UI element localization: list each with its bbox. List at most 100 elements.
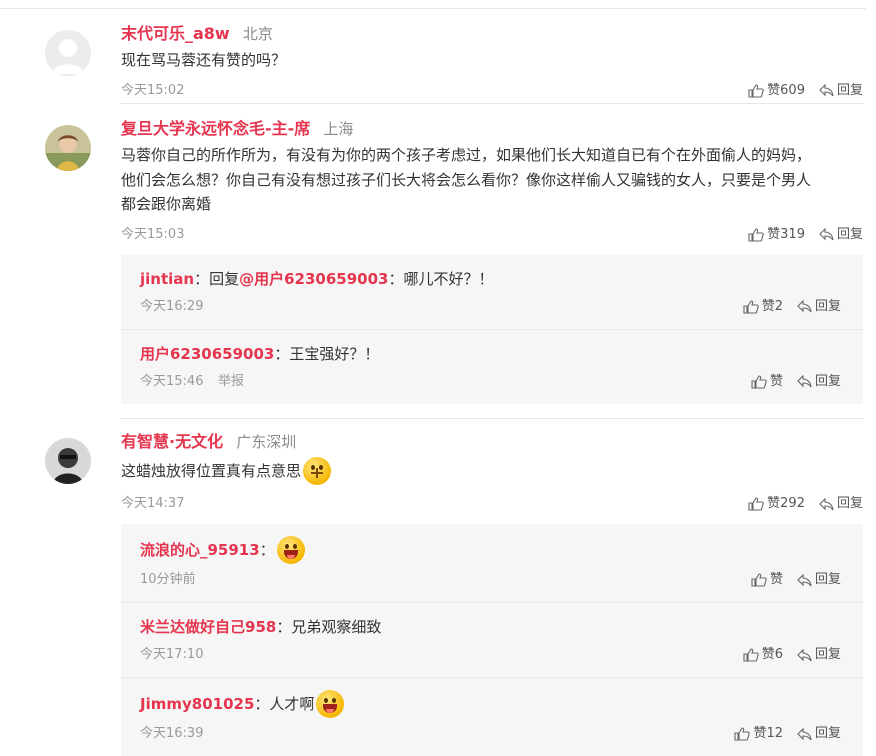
reply-separator: ： (276, 618, 292, 636)
reply-mention[interactable]: @用户6230659003 (239, 267, 388, 291)
comment-time: 今天14:37 (121, 496, 185, 511)
reply-button[interactable]: 回复 (797, 724, 841, 744)
like-count: 赞12 (753, 726, 783, 741)
comment-location: 广东深圳 (236, 433, 297, 451)
like-button[interactable]: 赞6 (743, 645, 783, 665)
like-button[interactable]: 赞12 (734, 724, 783, 744)
reply-separator: ： (259, 541, 275, 559)
like-count: 赞319 (767, 226, 805, 242)
thumbs-up-icon (751, 573, 767, 587)
zipped-mouth-emoji-icon (303, 457, 332, 485)
reply-separator: ： (254, 695, 270, 713)
reply-time: 10分钟前 (140, 572, 196, 587)
comment-location: 北京 (242, 25, 273, 43)
laughing-emoji-icon (316, 690, 345, 718)
reply-button[interactable]: 回复 (797, 297, 841, 317)
like-count: 赞 (769, 373, 783, 389)
reply-prefix: ：回复 (194, 269, 240, 288)
like-count: 赞292 (767, 496, 805, 511)
reply-arrow-icon (797, 648, 812, 661)
comment-username[interactable]: 末代可乐_a8w (121, 24, 230, 43)
reply-text: 兄弟观察细致 (291, 618, 382, 636)
reply-label: 回复 (814, 373, 841, 389)
comment-body: 有智慧·无文化 广东深圳 这蜡烛放得位置真有点意思 今天14:37 赞292 回… (121, 430, 863, 756)
like-button[interactable]: 赞609 (748, 81, 805, 101)
avatar[interactable] (45, 438, 91, 484)
comment-time: 今天15:03 (121, 226, 185, 242)
laughing-emoji-icon (276, 536, 305, 564)
comment-time: 今天15:02 (121, 82, 185, 98)
comment-text: 这蜡烛放得位置真有点意思 (121, 456, 863, 486)
reply-text: 王宝强好？！ (289, 344, 380, 363)
top-divider (0, 8, 866, 9)
reply-username[interactable]: 流浪的心_95913 (140, 538, 260, 562)
reply-arrow-icon (819, 228, 834, 241)
reply-time: 今天15:46 (140, 373, 204, 389)
reply-arrow-icon (797, 300, 812, 313)
reply-button[interactable]: 回复 (819, 225, 863, 245)
like-count: 赞 (769, 572, 783, 587)
reply-item: jintian ：回复 @用户6230659003 ： 哪儿不好？！ 今天16:… (121, 255, 863, 329)
reply-username[interactable]: Jimmy801025 (140, 692, 254, 716)
comment-body: 末代可乐_a8w 北京 现在骂马蓉还有赞的吗？ 今天15:02 赞609 回复 (121, 22, 863, 101)
reply-time: 今天16:39 (140, 726, 204, 741)
thumbs-up-icon (743, 299, 759, 314)
reply-arrow-icon (819, 84, 834, 97)
comment-divider (121, 418, 863, 419)
comment-text-content: 这蜡烛放得位置真有点意思 (121, 461, 302, 480)
reply-username[interactable]: jintian (140, 267, 194, 291)
reply-time: 今天17:10 (140, 647, 204, 662)
like-button[interactable]: 赞2 (743, 297, 783, 317)
comment-location: 上海 (323, 120, 354, 138)
reply-arrow-icon (797, 375, 812, 388)
comment-text: 马蓉你自己的所作所为，有没有为你的两个孩子考虑过，如果他们长大知道自已有个在外面… (121, 146, 812, 213)
thumbs-up-icon (748, 497, 764, 511)
user-photo-icon (45, 125, 91, 171)
reply-list: 流浪的心_95913 ： 10分钟前 赞 回复 米兰达做好自己958 ： 兄弟观… (121, 524, 863, 756)
reply-arrow-icon (797, 573, 812, 586)
reply-arrow-icon (819, 497, 834, 510)
reply-button[interactable]: 回复 (797, 372, 841, 392)
like-button[interactable]: 赞 (751, 372, 783, 392)
reply-label: 回复 (814, 298, 841, 314)
like-button[interactable]: 赞 (751, 570, 783, 590)
like-button[interactable]: 赞292 (748, 494, 805, 514)
default-avatar-icon (45, 30, 91, 76)
like-count: 赞609 (767, 82, 805, 98)
reply-button[interactable]: 回复 (819, 494, 863, 514)
reply-button[interactable]: 回复 (819, 81, 863, 101)
reply-arrow-icon (797, 727, 812, 740)
thumbs-up-icon (734, 727, 751, 741)
comment-text: 现在骂马蓉还有赞的吗？ (121, 51, 287, 69)
user-photo-icon (45, 438, 91, 484)
reply-label: 回复 (814, 572, 841, 587)
reply-label: 回复 (836, 82, 863, 98)
reply-item: 流浪的心_95913 ： 10分钟前 赞 回复 (121, 524, 863, 602)
comment-body: 复旦大学永远怀念毛-主-席 上海 马蓉你自己的所作所为，有没有为你的两个孩子考虑… (121, 117, 863, 404)
reply-text: 人才啊 (269, 695, 315, 713)
reply-username[interactable]: 用户6230659003 (140, 342, 274, 366)
thumbs-up-icon (743, 648, 759, 662)
avatar[interactable] (45, 30, 91, 76)
reply-button[interactable]: 回复 (797, 645, 841, 665)
reply-separator: ： (388, 269, 404, 288)
reply-item: 米兰达做好自己958 ： 兄弟观察细致 今天17:10 赞6 回复 (121, 602, 863, 677)
like-button[interactable]: 赞319 (748, 225, 805, 245)
reply-username[interactable]: 米兰达做好自己958 (140, 615, 276, 639)
reply-time: 今天16:29 (140, 298, 204, 314)
comment-username[interactable]: 复旦大学永远怀念毛-主-席 (121, 119, 310, 138)
thumbs-up-icon (748, 227, 764, 242)
comment-username[interactable]: 有智慧·无文化 (121, 432, 223, 451)
avatar[interactable] (45, 125, 91, 171)
reply-separator: ： (274, 344, 290, 363)
reply-item: 用户6230659003 ： 王宝强好？！ 今天15:46 举报 赞 回复 (121, 328, 863, 404)
reply-label: 回复 (836, 226, 863, 242)
like-count: 赞6 (761, 647, 783, 662)
reply-label: 回复 (814, 726, 841, 741)
reply-text: 哪儿不好？！ (403, 269, 494, 288)
thumbs-up-icon (748, 83, 764, 98)
reply-label: 回复 (814, 647, 841, 662)
reply-item: Jimmy801025 ： 人才啊 今天16:39 赞12 回复 (121, 677, 863, 756)
reply-button[interactable]: 回复 (797, 570, 841, 590)
report-link[interactable]: 举报 (218, 372, 244, 392)
